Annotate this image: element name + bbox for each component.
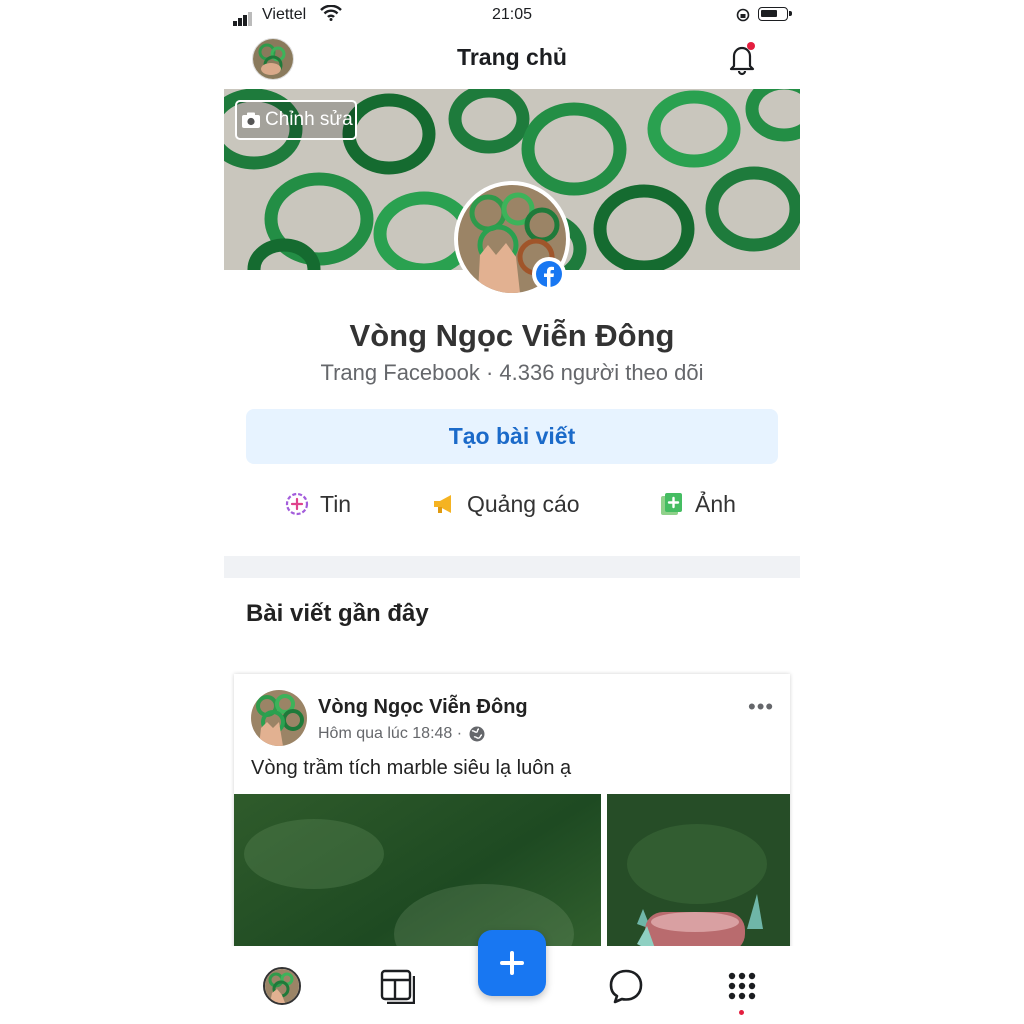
section-divider xyxy=(224,556,800,578)
post-author-name[interactable]: Vòng Ngọc Viễn Đông xyxy=(318,696,528,719)
page-subtitle: Trang Facebook · 4.336 người theo dõi xyxy=(320,360,704,385)
battery-icon xyxy=(758,7,792,21)
post-text: Vòng trầm tích marble siêu lạ luôn ạ xyxy=(251,757,572,779)
post-time-label: Hôm qua lúc 18:48 · xyxy=(318,725,463,742)
tab-menu[interactable] xyxy=(720,964,764,1008)
page-name: Vòng Ngọc Viễn Đông xyxy=(349,318,675,353)
profile-tab-avatar xyxy=(263,967,301,1005)
story-action-label: Tin xyxy=(320,490,352,517)
pages-icon xyxy=(380,969,415,1004)
edit-cover-button[interactable]: Chỉnh sửa xyxy=(235,100,357,140)
megaphone-icon xyxy=(434,495,451,513)
rotation-lock-icon xyxy=(736,8,750,27)
photo-action-label: Ảnh xyxy=(695,490,736,517)
create-post-button[interactable]: Tạo bài viết xyxy=(246,409,778,464)
facebook-logo-icon xyxy=(532,257,566,291)
status-bar: Viettel 21:05 xyxy=(224,0,800,30)
tab-messages[interactable] xyxy=(604,964,648,1008)
menu-grid-icon xyxy=(728,972,756,1000)
camera-icon xyxy=(242,112,260,128)
page-title: Trang chủ xyxy=(457,44,567,70)
clock: 21:05 xyxy=(491,6,533,23)
globe-icon xyxy=(469,726,485,742)
story-plus-icon xyxy=(285,492,309,516)
photo-add-icon xyxy=(661,493,682,515)
create-plus-button[interactable] xyxy=(478,930,546,996)
app-screen: Viettel 21:05 Trang chủ Chỉnh sửa Vòng N… xyxy=(224,0,800,1024)
notification-bell-icon[interactable] xyxy=(722,38,762,83)
photo-action[interactable]: Ảnh xyxy=(659,486,736,522)
menu-notification-dot xyxy=(739,1010,744,1015)
post-author-avatar[interactable] xyxy=(251,690,307,746)
story-action[interactable]: Tin xyxy=(284,486,351,522)
plus-icon xyxy=(500,951,524,975)
messenger-icon xyxy=(609,969,643,1004)
ads-action-label: Quảng cáo xyxy=(467,490,580,517)
recent-posts-heading: Bài viết gần đây xyxy=(246,600,429,627)
post-timestamp: Hôm qua lúc 18:48 · xyxy=(318,725,486,743)
ads-action[interactable]: Quảng cáo xyxy=(431,486,580,522)
post-more-options-icon[interactable]: ••• xyxy=(748,694,774,720)
tab-pages[interactable] xyxy=(375,964,419,1008)
tab-profile[interactable] xyxy=(260,964,304,1008)
edit-cover-label: Chỉnh sửa xyxy=(265,109,353,130)
